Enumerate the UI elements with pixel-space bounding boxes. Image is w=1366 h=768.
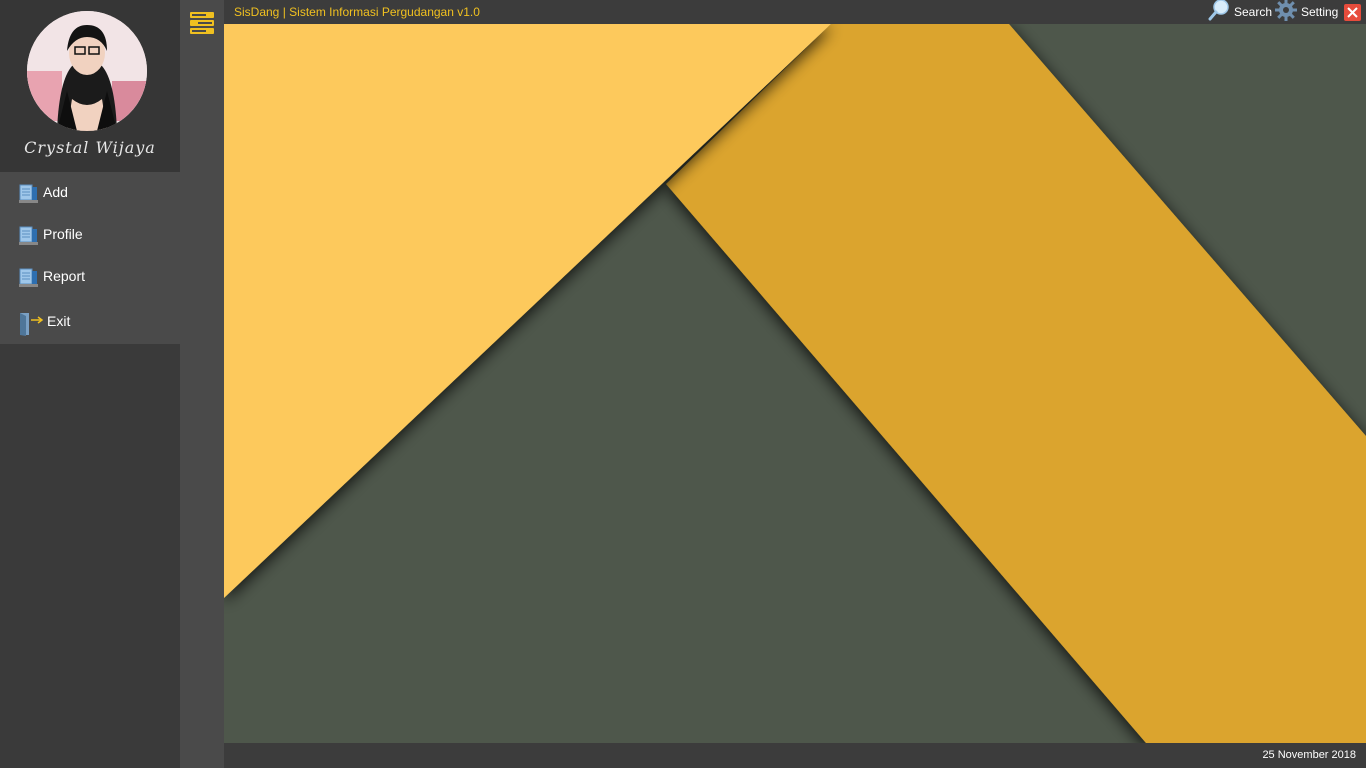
sidebar-item-exit[interactable]: Exit [0,298,180,340]
sidebar-item-label: Exit [47,313,71,329]
gear-icon [1275,0,1297,25]
setting-label: Setting [1301,5,1339,19]
sidebar-item-label: Report [43,268,86,284]
title-bar: SisDang | Sistem Informasi Pergudangan v… [224,0,1366,24]
setting-button[interactable]: Setting [1275,0,1338,24]
profile-panel: Crystal Wijaya [0,0,180,172]
sidebar: Crystal Wijaya Add Profile Report Exit [0,0,180,768]
search-icon [1208,0,1230,25]
app-title: SisDang | Sistem Informasi Pergudangan v… [234,5,480,19]
sidebar-item-add[interactable]: Add [0,172,180,214]
hamburger-menu-icon[interactable] [190,11,214,35]
close-icon [1347,3,1358,22]
status-bar: 25 November 2018 [224,743,1366,768]
sidebar-item-label: Profile [43,226,83,242]
exit-door-icon [19,312,45,336]
sidebar-item-profile[interactable]: Profile [0,214,180,256]
sidebar-item-report[interactable]: Report [0,256,180,298]
status-date: 25 November 2018 [1262,749,1356,761]
avatar [27,11,147,131]
profile-document-icon [19,226,39,246]
search-label: Search [1234,5,1273,19]
side-strip [180,0,224,768]
report-document-icon [19,268,39,288]
user-name: Crystal Wijaya [24,138,156,157]
sidebar-menu: Add Profile Report Exit [0,172,180,344]
search-button[interactable]: Search [1208,0,1272,24]
close-button[interactable] [1344,4,1361,21]
sidebar-item-label: Add [43,184,68,200]
wallpaper-area [224,24,1366,743]
add-document-icon [19,184,39,204]
